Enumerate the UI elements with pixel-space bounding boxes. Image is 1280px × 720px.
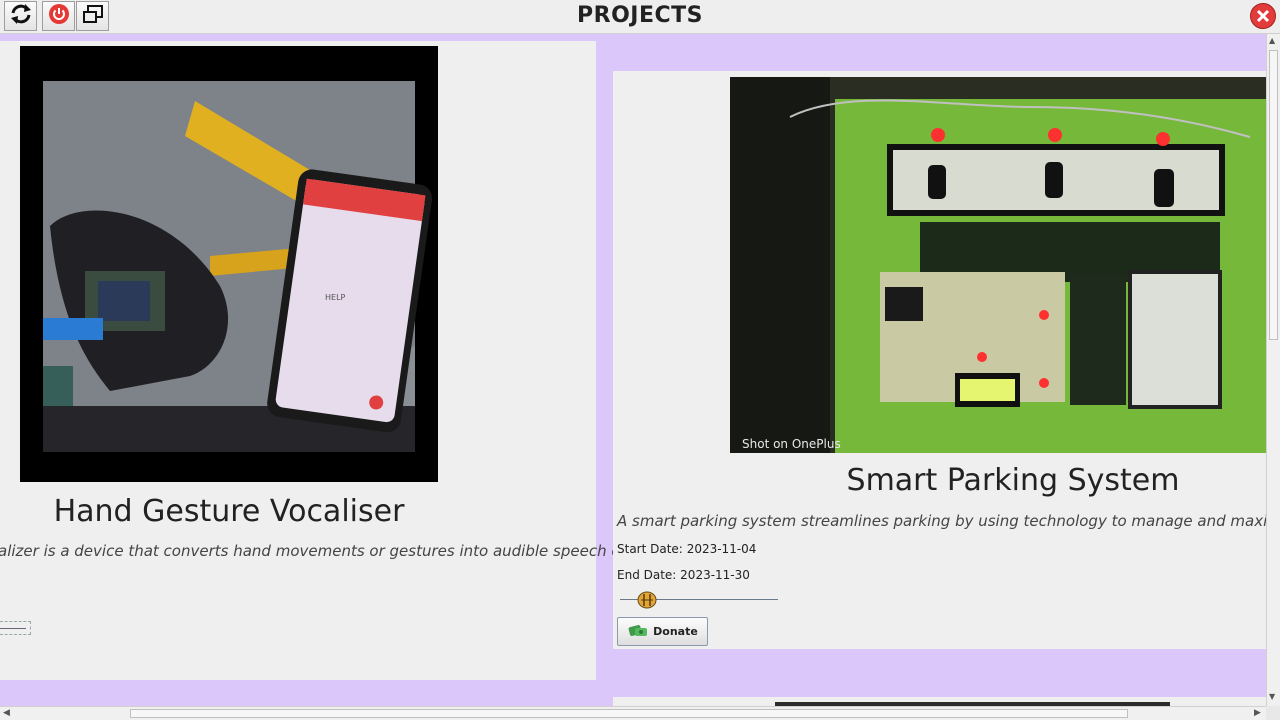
start-date-value: 2023-11-04	[686, 542, 757, 556]
horizontal-scrollbar[interactable]: ◀ ▶	[0, 706, 1266, 720]
slider-thumb-icon[interactable]	[637, 591, 657, 609]
close-icon	[1249, 3, 1277, 34]
photo-caption: Shot on OnePlus	[742, 437, 841, 451]
scroll-corner	[1266, 706, 1280, 720]
start-date-label: Start Date:	[617, 542, 683, 556]
window-title: PROJECTS	[577, 3, 703, 28]
project-description: alizer is a device that converts hand mo…	[0, 542, 667, 560]
project-photo-hand-gesture: HELP	[20, 46, 438, 482]
projects-panel: HELP Hand Gesture Vocaliser alizer is a …	[0, 34, 1266, 706]
scroll-left-icon[interactable]: ◀	[3, 708, 10, 718]
horizontal-scroll-thumb[interactable]	[130, 709, 1128, 718]
scroll-right-icon[interactable]: ▶	[1254, 708, 1261, 718]
phone-help-text: HELP	[325, 293, 346, 302]
project-card-next	[613, 697, 1266, 706]
money-icon	[627, 622, 649, 641]
start-date-row: Start Date: 2023-11-04	[617, 542, 756, 556]
slider-fragment[interactable]	[0, 621, 31, 635]
end-date-label: End Date:	[617, 568, 677, 582]
project-title: Hand Gesture Vocaliser	[53, 494, 405, 529]
project-photo-smart-parking: Shot on OnePlus	[730, 77, 1266, 453]
end-date-row: End Date: 2023-11-30	[617, 568, 750, 582]
scroll-up-icon[interactable]: ▲	[1269, 36, 1275, 45]
donate-label: Donate	[653, 625, 698, 638]
progress-slider[interactable]	[620, 591, 778, 609]
donate-button[interactable]: Donate	[617, 617, 708, 646]
scroll-down-icon[interactable]: ▼	[1269, 692, 1275, 701]
vertical-scroll-thumb[interactable]	[1269, 50, 1278, 340]
end-date-value: 2023-11-30	[680, 568, 750, 582]
vertical-scrollbar[interactable]: ▲ ▼	[1266, 34, 1280, 706]
project-title: Smart Parking System	[846, 463, 1180, 498]
title-bar: PROJECTS	[0, 0, 1280, 34]
close-button[interactable]	[1249, 2, 1277, 30]
project-description: A smart parking system streamlines parki…	[617, 512, 1266, 530]
